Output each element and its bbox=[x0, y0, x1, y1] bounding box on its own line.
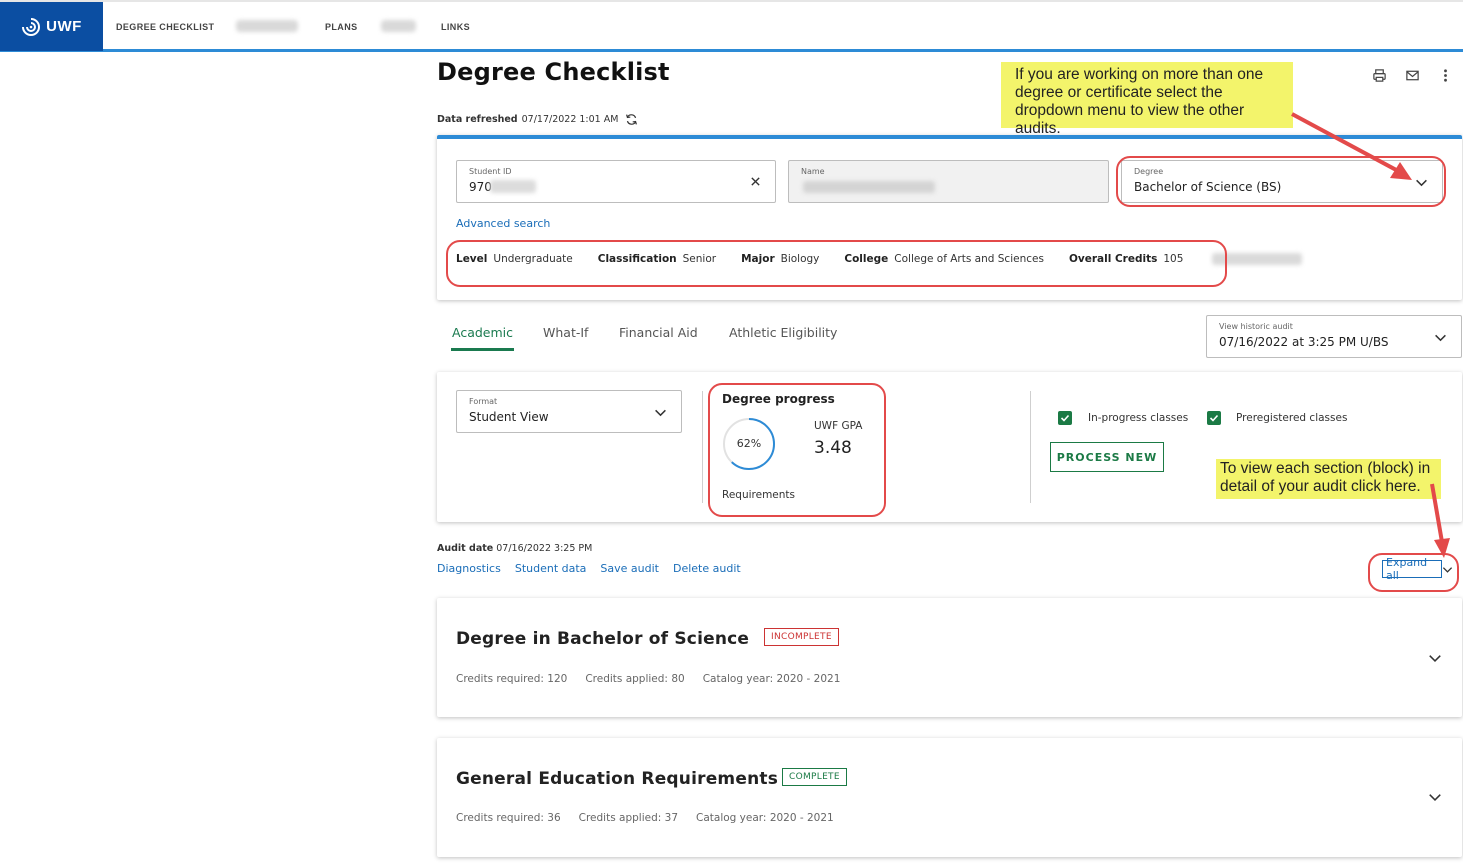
requirement-block[interactable]: General Education Requirements COMPLETE … bbox=[437, 738, 1462, 857]
tab-athletic-eligibility[interactable]: Athletic Eligibility bbox=[729, 325, 837, 340]
page-title: Degree Checklist bbox=[437, 58, 670, 86]
annotation-arrow-degree bbox=[1291, 112, 1412, 180]
preregistered-checkbox[interactable] bbox=[1207, 411, 1221, 425]
tab-academic[interactable]: Academic bbox=[452, 325, 513, 340]
in-progress-checkbox[interactable] bbox=[1058, 411, 1072, 425]
logo-text: UWF bbox=[46, 18, 82, 35]
print-icon[interactable] bbox=[1372, 68, 1387, 83]
process-new-button[interactable]: PROCESS NEW bbox=[1050, 442, 1164, 472]
divider bbox=[1030, 391, 1031, 503]
block-title: General Education Requirements bbox=[456, 769, 779, 789]
callout-degree-dropdown: If you are working on more than one degr… bbox=[1001, 62, 1293, 137]
audit-date: Audit date 07/16/2022 3:25 PM bbox=[437, 543, 592, 554]
tab-what-if[interactable]: What-If bbox=[543, 325, 588, 340]
checkmark-icon bbox=[1060, 414, 1070, 422]
historic-audit-select[interactable]: View historic audit 07/16/2022 at 3:25 P… bbox=[1206, 315, 1462, 358]
annotation-progress-ring bbox=[708, 383, 886, 517]
divider bbox=[702, 391, 703, 503]
refreshed-value: 07/17/2022 1:01 AM bbox=[521, 114, 619, 125]
nav-degree-checklist[interactable]: DEGREE CHECKLIST bbox=[116, 22, 214, 32]
chevron-down-icon[interactable] bbox=[1428, 651, 1442, 665]
format-label: Format bbox=[469, 397, 498, 406]
chevron-down-icon bbox=[655, 409, 666, 417]
annotation-expand-ring bbox=[1368, 553, 1459, 592]
block-title: Degree in Bachelor of Science bbox=[456, 629, 750, 649]
chevron-down-icon[interactable] bbox=[1428, 790, 1442, 804]
name-redacted bbox=[803, 181, 935, 193]
header-actions bbox=[1372, 68, 1453, 83]
preregistered-label: Preregistered classes bbox=[1236, 412, 1348, 424]
format-value: Student View bbox=[469, 410, 549, 424]
refreshed-label: Data refreshed bbox=[437, 114, 518, 125]
data-refreshed: Data refreshed 07/17/2022 1:01 AM bbox=[437, 113, 638, 126]
top-navigation: UWF DEGREE CHECKLIST PLANS LINKS bbox=[0, 0, 1463, 52]
chevron-down-icon bbox=[1435, 334, 1446, 342]
status-badge: COMPLETE bbox=[782, 768, 847, 786]
in-progress-label: In-progress classes bbox=[1088, 412, 1189, 424]
nav-item-redacted[interactable] bbox=[236, 20, 298, 32]
name-field: Name bbox=[788, 160, 1109, 203]
tab-financial-aid[interactable]: Financial Aid bbox=[619, 325, 698, 340]
nav-item-redacted[interactable] bbox=[381, 20, 416, 32]
callout-expand-all: To view each section (block) in detail o… bbox=[1216, 459, 1441, 499]
student-id-value: 970 bbox=[469, 180, 492, 194]
active-tab-indicator bbox=[451, 348, 514, 351]
delete-audit-link[interactable]: Delete audit bbox=[673, 562, 741, 575]
nautilus-icon bbox=[22, 17, 41, 36]
annotation-info-ring bbox=[446, 240, 1227, 287]
student-id-label: Student ID bbox=[469, 167, 512, 176]
audit-date-value: 07/16/2022 3:25 PM bbox=[496, 543, 593, 554]
email-icon[interactable] bbox=[1405, 68, 1420, 83]
refresh-icon[interactable] bbox=[625, 113, 638, 126]
uwf-logo[interactable]: UWF bbox=[0, 2, 103, 51]
format-select[interactable]: Format Student View bbox=[456, 390, 682, 433]
nav-plans[interactable]: PLANS bbox=[325, 22, 358, 32]
advanced-search-link[interactable]: Advanced search bbox=[456, 217, 550, 230]
audit-links: Diagnostics Student data Save audit Dele… bbox=[437, 562, 741, 575]
block-meta: Credits required: 36 Credits applied: 37… bbox=[456, 812, 834, 824]
clear-icon[interactable] bbox=[750, 176, 761, 187]
student-id-redacted bbox=[490, 180, 536, 193]
more-vertical-icon[interactable] bbox=[1438, 68, 1453, 83]
historic-audit-value: 07/16/2022 at 3:25 PM U/BS bbox=[1219, 335, 1389, 349]
annotation-arrow-expand bbox=[1430, 483, 1450, 558]
diagnostics-link[interactable]: Diagnostics bbox=[437, 562, 501, 575]
name-label: Name bbox=[801, 167, 825, 176]
audit-date-label: Audit date bbox=[437, 543, 494, 554]
checkmark-icon bbox=[1209, 414, 1219, 422]
nav-links[interactable]: LINKS bbox=[441, 22, 470, 32]
status-badge: INCOMPLETE bbox=[764, 628, 839, 646]
block-meta: Credits required: 120 Credits applied: 8… bbox=[456, 673, 841, 685]
save-audit-link[interactable]: Save audit bbox=[600, 562, 659, 575]
student-id-field[interactable]: Student ID 970 bbox=[456, 160, 776, 203]
historic-audit-label: View historic audit bbox=[1219, 322, 1293, 331]
student-data-link[interactable]: Student data bbox=[515, 562, 587, 575]
requirement-block[interactable]: Degree in Bachelor of Science INCOMPLETE… bbox=[437, 598, 1462, 717]
